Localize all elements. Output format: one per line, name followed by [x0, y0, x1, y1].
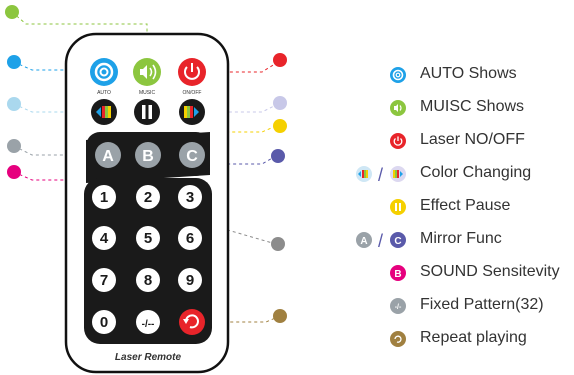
letter-button-label: A [102, 148, 114, 165]
music-icon [390, 100, 406, 116]
number-button-label: 4 [100, 230, 109, 247]
svg-text:/: / [378, 231, 383, 251]
legend-text-pause: Effect Pause [420, 197, 511, 214]
remote-brand-label: Laser Remote [115, 352, 182, 363]
pause-button[interactable] [134, 99, 160, 125]
legend-text-sound: SOUND Sensitevity [420, 263, 560, 280]
color-left-dot [7, 97, 21, 111]
svg-text:C: C [394, 236, 401, 247]
legend-text-power: Laser NO/OFF [420, 131, 525, 148]
number-button-label: 8 [144, 272, 152, 289]
svg-text:A: A [360, 236, 367, 247]
legend-row-power: Laser NO/OFF [352, 124, 574, 157]
legend-row-sound: B SOUND Sensitevity [352, 256, 574, 289]
number-button-label: 1 [100, 189, 108, 206]
repeat-dot [273, 309, 287, 323]
pattern-icon: -/- [390, 298, 406, 314]
number-button-label: 7 [100, 272, 108, 289]
pause-dot [273, 119, 287, 133]
mirror-a-dot [7, 139, 21, 153]
mirror-c-dot [271, 149, 285, 163]
legend-text-auto: AUTO Shows [420, 65, 517, 82]
number-button-label: -/-- [142, 319, 155, 330]
color-change-icon: / [356, 165, 406, 185]
auto-button[interactable] [90, 58, 118, 86]
music-label: MUSIC [139, 90, 156, 96]
legend-row-pattern: -/- Fixed Pattern(32) [352, 289, 574, 322]
pause-icon [142, 105, 146, 119]
letter-button-label: C [186, 148, 198, 165]
sound-dot [7, 165, 21, 179]
auto-label: AUTO [97, 90, 111, 96]
auto-dot [7, 55, 21, 69]
legend-text-music: MUISC Shows [420, 98, 525, 115]
music-dot [5, 5, 19, 19]
legend-row-mirror: A / C Mirror Func [352, 223, 574, 256]
svg-text:B: B [394, 269, 401, 280]
pattern-dot [271, 237, 285, 251]
sound-icon: B [390, 265, 406, 281]
legend-text-repeat: Repeat playing [420, 329, 527, 346]
legend-text-pattern: Fixed Pattern(32) [420, 296, 544, 313]
number-button-label: 0 [100, 314, 108, 331]
svg-text:-/-: -/- [395, 304, 402, 311]
legend-row-color: / Color Changing [352, 157, 574, 190]
power-icon [390, 133, 406, 149]
legend-row-auto: AUTO Shows [352, 58, 574, 91]
number-button-label: 5 [144, 230, 152, 247]
repeat-button[interactable] [179, 309, 205, 335]
power-dot [273, 53, 287, 67]
arrow-right-icon [184, 106, 187, 118]
mirror-icon: A / C [356, 231, 406, 251]
legend-text-color: Color Changing [420, 164, 532, 181]
legend-row-pause: Effect Pause [352, 190, 574, 223]
legend: AUTO Shows MUISC Shows Laser NO/OFF / Co… [352, 58, 574, 355]
number-button-label: 2 [144, 189, 152, 206]
legend-text-mirror: Mirror Func [420, 230, 502, 247]
legend-row-music: MUISC Shows [352, 91, 574, 124]
svg-text:/: / [378, 165, 383, 185]
number-button-label: 3 [186, 189, 194, 206]
pause-icon [390, 199, 406, 215]
auto-icon [390, 67, 406, 83]
letter-button-label: B [142, 148, 154, 165]
repeat-icon [390, 331, 406, 347]
number-button-label: 6 [186, 230, 194, 247]
color-right-dot [273, 96, 287, 110]
onoff-label: ON/OFF [183, 90, 202, 96]
legend-row-repeat: Repeat playing [352, 322, 574, 355]
number-button-label: 9 [186, 272, 194, 289]
